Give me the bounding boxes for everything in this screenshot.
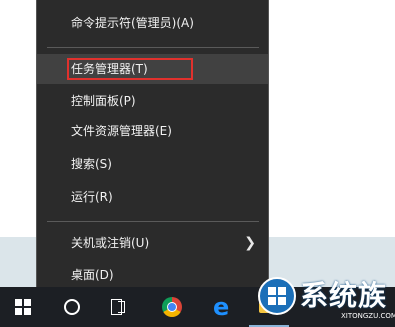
menu-item-file-explorer[interactable]: 文件资源管理器(E) — [37, 116, 268, 146]
edge-icon: e — [213, 293, 230, 321]
menu-item-run[interactable]: 运行(R) — [37, 182, 268, 212]
menu-item-search[interactable]: 搜索(S) — [37, 149, 268, 179]
watermark-text: 系统族 — [300, 279, 388, 312]
menu-item-shutdown[interactable]: 关机或注销(U) ❯ — [37, 228, 268, 258]
chevron-right-icon: ❯ — [244, 235, 256, 251]
chrome-icon — [162, 297, 182, 317]
cortana-icon — [64, 299, 80, 315]
menu-item-control-panel[interactable]: 控制面板(P) — [37, 86, 268, 116]
watermark-subtext: XITONGZU.COM — [341, 312, 395, 320]
chrome-taskbar-button[interactable] — [152, 287, 192, 327]
cortana-button[interactable] — [51, 287, 91, 327]
windows-start-icon — [15, 299, 31, 315]
menu-separator — [47, 47, 259, 48]
menu-item-label: 控制面板(P) — [71, 94, 136, 108]
menu-separator — [47, 221, 259, 222]
menu-item-label: 命令提示符(管理员)(A) — [71, 16, 194, 30]
menu-item-task-manager[interactable]: 任务管理器(T) — [37, 54, 268, 84]
menu-item-label: 文件资源管理器(E) — [71, 124, 172, 138]
watermark: 系统族 XITONGZU.COM — [245, 268, 395, 327]
start-button[interactable] — [0, 287, 48, 327]
menu-item-label: 任务管理器(T) — [71, 62, 148, 76]
menu-item-label: 搜索(S) — [71, 157, 112, 171]
menu-item-cmd-admin[interactable]: 命令提示符(管理员)(A) — [37, 8, 268, 38]
menu-item-label: 关机或注销(U) — [71, 236, 150, 250]
edge-taskbar-button[interactable]: e — [202, 287, 242, 327]
menu-item-desktop[interactable]: 桌面(D) — [37, 260, 268, 290]
winx-context-menu: 命令提示符(管理员)(A) 任务管理器(T) 控制面板(P) 文件资源管理器(E… — [36, 0, 269, 291]
watermark-logo-icon — [258, 277, 296, 315]
task-view-button[interactable] — [98, 287, 138, 327]
menu-item-label: 运行(R) — [71, 190, 113, 204]
menu-item-label: 桌面(D) — [71, 268, 114, 282]
